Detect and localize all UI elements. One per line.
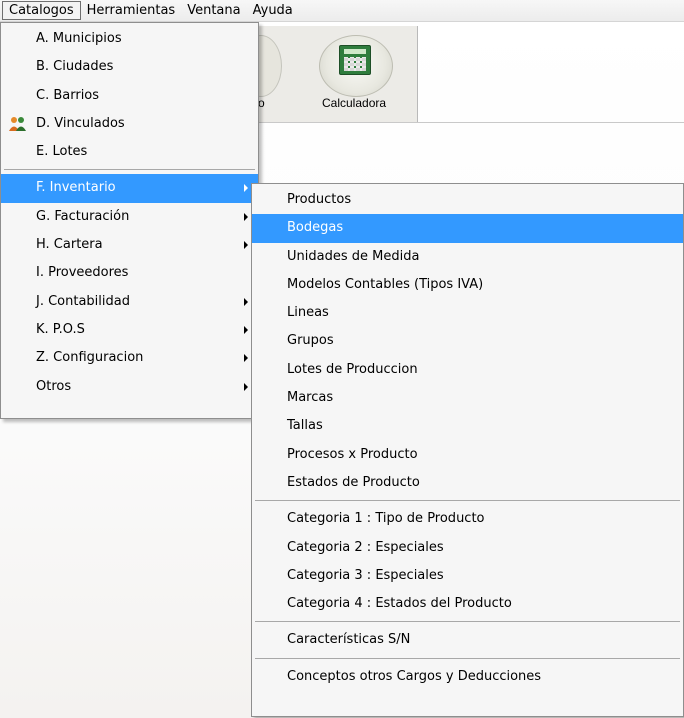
people-icon — [9, 116, 26, 131]
menu-item-lineas[interactable]: Lineas — [252, 299, 683, 327]
menu-item-otros[interactable]: Otros — [1, 373, 258, 401]
chevron-right-icon — [244, 354, 248, 363]
menu-item-lotes[interactable]: E. Lotes — [1, 138, 258, 166]
menu-item-ciudades[interactable]: B. Ciudades — [1, 53, 258, 81]
menu-item-pos[interactable]: K. P.O.S — [1, 316, 258, 344]
menu-separator — [255, 621, 680, 623]
menu-item-lotes-produccion[interactable]: Lotes de Produccion — [252, 356, 683, 384]
menu-item-procesos-producto[interactable]: Procesos x Producto — [252, 441, 683, 469]
menu-item-productos[interactable]: Productos — [252, 186, 683, 214]
menu-item-conceptos[interactable]: Conceptos otros Cargos y Deducciones — [252, 663, 683, 691]
menu-item-municipios[interactable]: A. Municipios — [1, 25, 258, 53]
menu-item-bodegas[interactable]: Bodegas — [252, 214, 683, 243]
menubar: Catalogos Herramientas Ventana Ayuda — [0, 0, 684, 22]
chevron-right-icon — [244, 297, 248, 306]
menu-item-marcas[interactable]: Marcas — [252, 384, 683, 412]
menu-item-configuracion[interactable]: Z. Configuracion — [1, 344, 258, 372]
menu-separator — [255, 657, 680, 659]
menu-item-categoria-1[interactable]: Categoria 1 : Tipo de Producto — [252, 505, 683, 533]
menu-item-unidades-medida[interactable]: Unidades de Medida — [252, 243, 683, 271]
menu-item-categoria-4[interactable]: Categoria 4 : Estados del Producto — [252, 590, 683, 618]
menu-item-proveedores[interactable]: I. Proveedores — [1, 259, 258, 287]
calculator-label: Calculadora — [322, 96, 387, 110]
menu-item-cartera[interactable]: H. Cartera — [1, 231, 258, 259]
menu-item-caracteristicas[interactable]: Características S/N — [252, 626, 683, 654]
menu-herramientas[interactable]: Herramientas — [81, 1, 182, 20]
calculator-icon — [339, 45, 371, 75]
toolbar-left-label: o — [258, 96, 265, 110]
menu-item-categoria-2[interactable]: Categoria 2 : Especiales — [252, 534, 683, 562]
menu-item-barrios[interactable]: C. Barrios — [1, 82, 258, 110]
menu-item-tallas[interactable]: Tallas — [252, 412, 683, 440]
menu-separator — [255, 500, 680, 502]
menu-item-facturacion[interactable]: G. Facturación — [1, 203, 258, 231]
menu-item-vinculados[interactable]: D. Vinculados — [1, 110, 258, 138]
chevron-right-icon — [244, 325, 248, 334]
catalogos-dropdown: A. Municipios B. Ciudades C. Barrios D. … — [0, 22, 259, 419]
chevron-right-icon — [244, 212, 248, 221]
inventario-submenu: Productos Bodegas Unidades de Medida Mod… — [251, 183, 684, 717]
menu-item-inventario[interactable]: F. Inventario — [1, 174, 258, 203]
menu-item-estados-producto[interactable]: Estados de Producto — [252, 469, 683, 497]
menu-catalogos[interactable]: Catalogos — [2, 1, 81, 20]
menu-ayuda[interactable]: Ayuda — [247, 1, 299, 20]
menu-item-contabilidad[interactable]: J. Contabilidad — [1, 288, 258, 316]
chevron-right-icon — [244, 184, 248, 193]
menu-ventana[interactable]: Ventana — [181, 1, 246, 20]
menu-separator — [4, 169, 255, 171]
menu-item-categoria-3[interactable]: Categoria 3 : Especiales — [252, 562, 683, 590]
chevron-right-icon — [244, 382, 248, 391]
menu-item-modelos-contables[interactable]: Modelos Contables (Tipos IVA) — [252, 271, 683, 299]
chevron-right-icon — [244, 241, 248, 250]
menu-item-grupos[interactable]: Grupos — [252, 327, 683, 355]
